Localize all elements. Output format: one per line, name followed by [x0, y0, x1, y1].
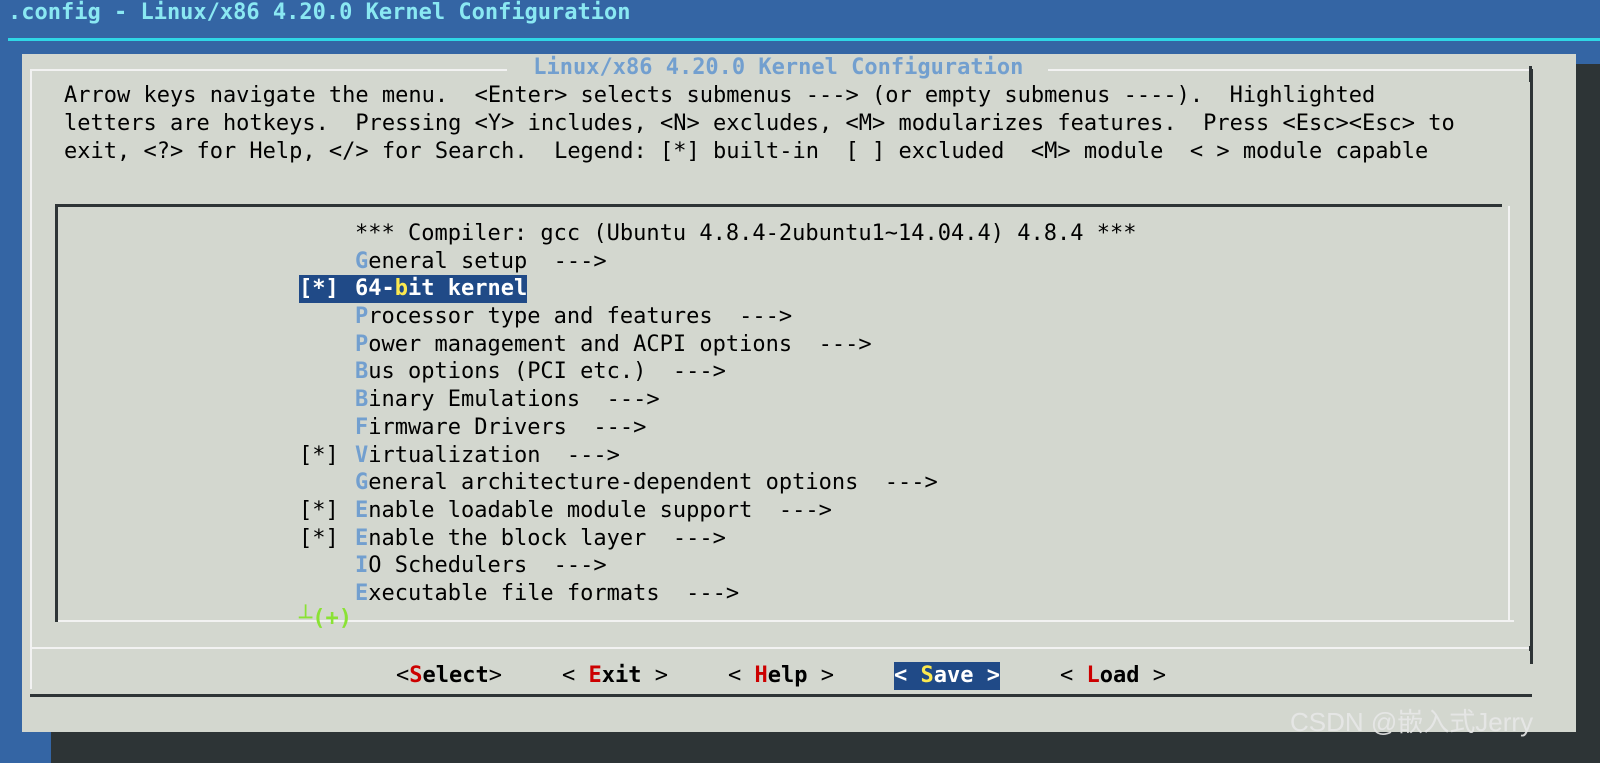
menu-item-label: Binary Emulations ---> [355, 386, 660, 414]
menu-item[interactable]: [*] 64-bit kernel [299, 275, 1136, 304]
menu-item-state: [*] [299, 442, 339, 468]
menu-item-label: General architecture-dependent options -… [355, 469, 938, 497]
menu-border-bottom [58, 620, 1514, 622]
menu-item-hotkey: B [355, 359, 369, 385]
frame-separator-corner [1529, 646, 1532, 651]
load-button[interactable]: < Load > [1060, 659, 1166, 689]
menu-item-label-rest: *** Compiler: gcc (Ubuntu 4.8.4-2ubuntu1… [355, 221, 1137, 246]
menu-item-state [299, 358, 355, 386]
menu-item[interactable]: IO Schedulers ---> [299, 552, 1136, 580]
menu-item[interactable]: Executable file formats ---> [299, 580, 1136, 608]
menu-item-label-rest: xecutable file formats ---> [368, 580, 740, 606]
save-button[interactable]: < Save > [894, 662, 1000, 690]
menu-item-state [299, 220, 355, 248]
menu-item-label-rest: nable the block layer ---> [368, 525, 726, 551]
menu-item-state [299, 386, 355, 414]
menu-item-label-rest: it kernel [408, 276, 528, 302]
menu-item-label-rest: O Schedulers ---> [368, 553, 607, 579]
menu-item[interactable]: Firmware Drivers ---> [299, 414, 1136, 442]
menu-item-hotkey: G [355, 248, 369, 274]
kernel-config-dialog: Linux/x86 4.20.0 Kernel Configuration Ar… [22, 54, 1576, 732]
menu-item-state [299, 552, 355, 580]
exit-button[interactable]: < Exit > [562, 659, 668, 689]
menu-item-label: Bus options (PCI etc.) ---> [355, 358, 726, 386]
menu-item-hotkey: b [394, 276, 408, 302]
menu-item-label: Enable loadable module support ---> [355, 497, 832, 525]
menu-border-top [55, 204, 1502, 207]
menu-item[interactable]: Binary Emulations ---> [299, 386, 1136, 414]
menu-item-state [299, 414, 355, 442]
menu-item-label: Virtualization ---> [355, 442, 620, 470]
menu-item-label: Processor type and features ---> [355, 303, 792, 331]
menu-item-state [299, 469, 355, 497]
menu-item-label: IO Schedulers ---> [355, 552, 607, 580]
menu-item[interactable]: [*] Virtualization ---> [299, 442, 1136, 470]
title-underline [8, 38, 1600, 41]
menu-item-hotkey: B [355, 387, 369, 413]
menu-item-hotkey: V [355, 442, 369, 468]
menu-item-label-prefix: 64- [355, 276, 395, 302]
menu-item-state: [*] [299, 275, 355, 304]
menu-item-state [299, 580, 355, 608]
menu-item-label: Enable the block layer ---> [355, 525, 726, 553]
menu-item[interactable]: General setup ---> [299, 248, 1136, 276]
menu-item-label: Power management and ACPI options ---> [355, 331, 872, 359]
menu-box: *** Compiler: gcc (Ubuntu 4.8.4-2ubuntu1… [55, 204, 1514, 631]
menu-item-hotkey: I [355, 553, 369, 579]
menu-item-label-rest: inary Emulations ---> [368, 387, 660, 413]
frame-left [30, 69, 32, 689]
help-text: Arrow keys navigate the menu. <Enter> se… [64, 83, 1455, 164]
menu-item-label: *** Compiler: gcc (Ubuntu 4.8.4-2ubuntu1… [355, 220, 1136, 248]
dialog-title: Linux/x86 4.20.0 Kernel Configuration [520, 55, 1037, 81]
menu-item-label-rest: nable loadable module support ---> [368, 497, 832, 523]
menu-item[interactable]: [*] Enable the block layer ---> [299, 525, 1136, 553]
menu-item-hotkey: P [355, 304, 369, 330]
menu-item-label-rest: ower management and ACPI options ---> [368, 331, 872, 357]
menu-item-label-rest: us options (PCI etc.) ---> [368, 359, 726, 385]
menu-item-state [299, 248, 355, 276]
menu-border-left [55, 204, 58, 622]
menu-item-label: Executable file formats ---> [355, 580, 739, 608]
window-title-bar: .config - Linux/x86 4.20.0 Kernel Config… [0, 0, 1600, 40]
menu-item[interactable]: [*] Enable loadable module support ---> [299, 497, 1136, 525]
dialog-title-text: Linux/x86 4.20.0 Kernel Configuration [533, 55, 1024, 80]
menu-item-hotkey: E [355, 525, 369, 551]
menu-item[interactable]: Power management and ACPI options ---> [299, 331, 1136, 359]
menu-item-label-rest: rocessor type and features ---> [368, 304, 793, 330]
button-row: <Select> < Exit > < Help > < Save > < Lo… [22, 659, 1576, 693]
menu-item-state [299, 331, 355, 359]
menu-item-label-rest: irmware Drivers ---> [368, 414, 647, 440]
menu-item-label-rest: irtualization ---> [368, 442, 620, 468]
help-button[interactable]: < Help > [728, 659, 834, 689]
menu-item-label: 64-bit kernel [355, 275, 528, 304]
menu-item-hotkey: F [355, 414, 369, 440]
frame-separator [30, 647, 1532, 649]
menu-item-hotkey: G [355, 470, 369, 496]
menu-item-label: Firmware Drivers ---> [355, 414, 646, 442]
menu-item[interactable]: General architecture-dependent options -… [299, 469, 1136, 497]
frame-bottom [30, 694, 1532, 697]
menu-item-hotkey: E [355, 580, 369, 606]
watermark: CSDN @嵌入式Jerry [1290, 707, 1534, 737]
more-items-indicator: ┴(+) [299, 606, 352, 631]
menu-list: *** Compiler: gcc (Ubuntu 4.8.4-2ubuntu1… [299, 220, 1136, 608]
frame-top-right [1048, 69, 1529, 71]
window-title: .config - Linux/x86 4.20.0 Kernel Config… [8, 0, 631, 25]
menu-item-state: [*] [299, 497, 339, 523]
frame-top-left [30, 69, 507, 71]
select-button[interactable]: <Select> [396, 659, 502, 689]
menu-item-label-rest: eneral setup ---> [368, 248, 607, 274]
menu-item[interactable]: Processor type and features ---> [299, 303, 1136, 331]
menu-border-right [1508, 206, 1510, 622]
menu-item-hotkey: P [355, 331, 369, 357]
menu-item[interactable]: *** Compiler: gcc (Ubuntu 4.8.4-2ubuntu1… [299, 220, 1136, 248]
menu-item-label: General setup ---> [355, 248, 607, 276]
dialog-shadow-right [1576, 64, 1600, 744]
menu-item-hotkey: E [355, 497, 369, 523]
menu-item-state: [*] [299, 525, 339, 551]
menu-item-state [299, 303, 355, 331]
menu-item-label-rest: eneral architecture-dependent options --… [368, 470, 938, 496]
menu-item[interactable]: Bus options (PCI etc.) ---> [299, 358, 1136, 386]
